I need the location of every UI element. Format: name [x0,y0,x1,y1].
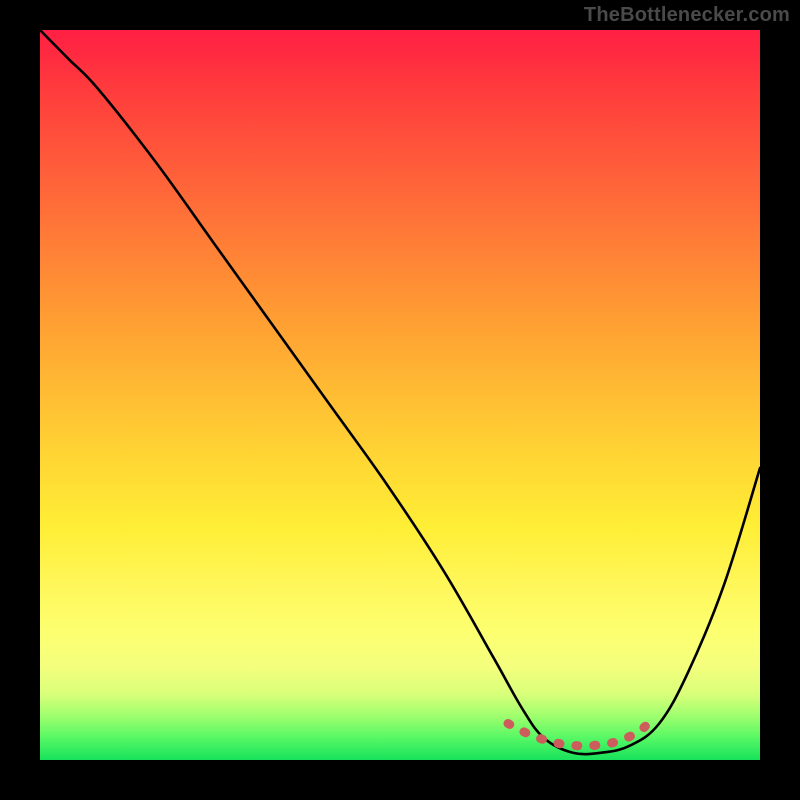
chart-container: TheBottlenecker.com [0,0,800,800]
plot-background [40,30,760,760]
attribution-label: TheBottlenecker.com [584,4,790,27]
